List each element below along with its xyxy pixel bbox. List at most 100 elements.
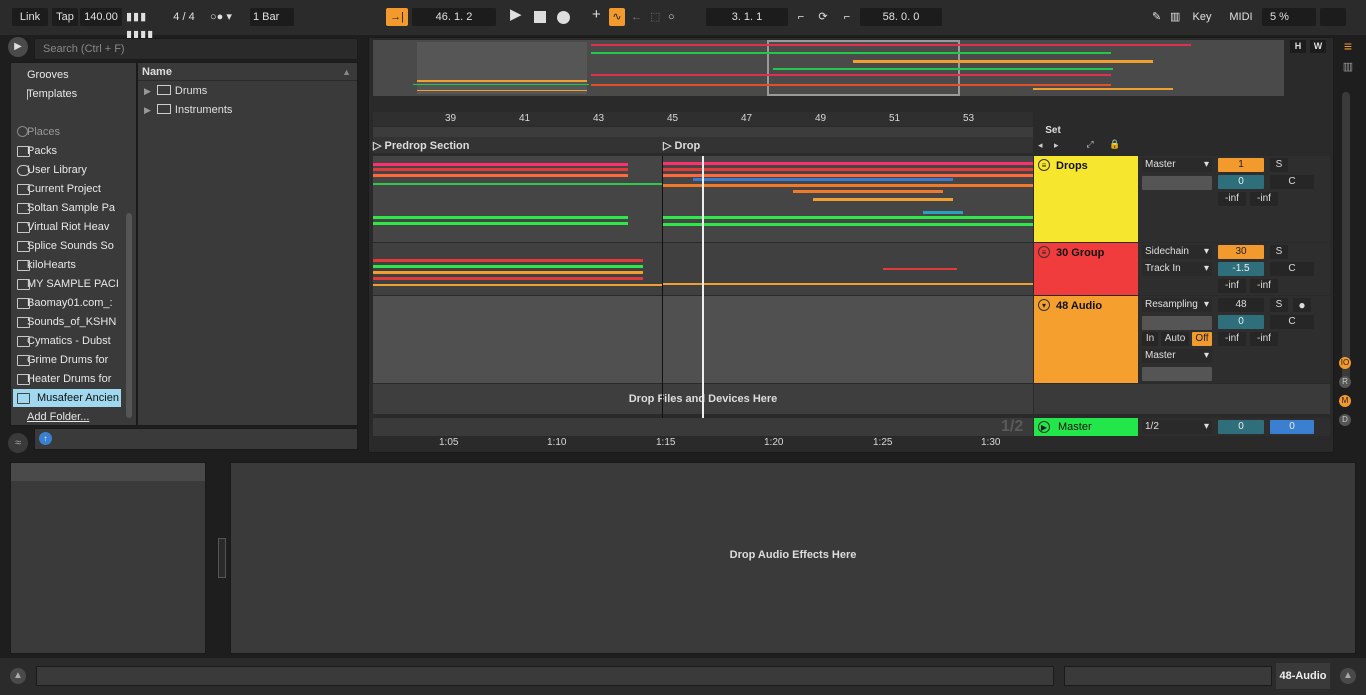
time-ruler[interactable]: 1:05 1:10 1:15 1:20 1:25 1:30 1/2 [373,418,1033,448]
sidebar-item-packs[interactable]: Packs [27,142,131,160]
loop-icon[interactable]: ⟳ [814,8,832,26]
output-subchannel[interactable] [1142,367,1212,381]
punch-in-icon[interactable]: ⌐ [792,8,810,26]
vertical-scrollbar[interactable] [1342,92,1350,382]
sidebar-item-grooves[interactable]: ≈Grooves [27,66,131,84]
input-dropdown[interactable]: Sidechain ▾ [1142,245,1212,259]
track-title-drops[interactable]: ≡ Drops [1034,156,1138,242]
add-folder-link[interactable]: Add Folder... [27,408,131,426]
metronome-bars-icon[interactable]: ▮▮▮ ▮▮▮▮ [126,8,166,41]
expand-icon[interactable]: ▶ [144,86,151,96]
delay-toggle[interactable]: D [1339,414,1351,426]
sidebar-item-folder[interactable]: Sounds_of_KSHN [27,313,131,331]
key-map-button[interactable]: Key [1188,8,1216,26]
play-icon[interactable]: ▶ [510,6,524,24]
link-button[interactable]: Link [12,8,48,26]
detail-splitter[interactable] [218,538,226,578]
beat-ruler[interactable]: 39 41 43 45 47 49 51 53 [373,112,1033,126]
capture-icon[interactable]: ⬚ [650,8,662,26]
locator-predrop[interactable]: ▷ Predrop Section [373,139,469,152]
mixer-icon[interactable]: ▥ [1340,60,1356,74]
pan-value[interactable]: -1.5 [1218,262,1264,276]
sidebar-item-folder[interactable]: Virtual Riot Heav [27,218,131,236]
metronome-icon[interactable]: ○● ▾ [210,8,246,26]
master-value-2[interactable]: 0 [1270,420,1314,434]
sidebar-item-folder[interactable]: Grime Drums for [27,351,131,369]
monitor-auto-button[interactable]: Auto [1161,332,1189,346]
groove-pool-icon[interactable]: ≈ [8,433,28,453]
track-activator[interactable]: 1 [1218,158,1264,172]
pan-value[interactable]: 0 [1218,175,1264,189]
monitor-off-button[interactable]: Off [1192,332,1212,346]
follow-icon[interactable]: →| [386,8,408,26]
sidebar-item-folder[interactable]: Soltan Sample Pa [27,199,131,217]
input-channel-dropdown[interactable]: Track In ▾ [1142,262,1212,276]
collapse-up-icon[interactable]: ▲ [10,668,26,684]
master-value[interactable]: 0 [1218,420,1264,434]
song-position[interactable]: 46. 1. 2 [412,8,496,26]
master-route-dropdown[interactable]: 1/2 ▾ [1142,420,1212,434]
lock-icon[interactable]: 🔒 [1104,139,1126,151]
detail-toggle-icon[interactable]: ▲ [1340,668,1356,684]
session-record-icon[interactable]: ○ [668,8,680,26]
sidebar-item-templates[interactable]: Templates [27,85,131,103]
back-to-arrangement-icon[interactable]: ← [631,8,643,26]
w-button[interactable]: W [1310,40,1326,53]
pan-center[interactable]: C [1270,175,1314,189]
next-locator-icon[interactable]: ▸ [1054,140,1064,150]
midi-map-button[interactable]: MIDI [1226,8,1256,26]
output-subchannel[interactable] [1142,176,1212,190]
overview-strip[interactable] [373,40,1284,96]
expand-icon[interactable]: ▶ [144,105,151,115]
draw-mode-icon[interactable]: ✎ [1152,8,1166,26]
file-row-instruments[interactable]: ▶ Instruments [144,102,232,118]
track-activator[interactable]: 30 [1218,245,1264,259]
play-icon[interactable]: ▶ [1038,421,1050,433]
browser-toggle-icon[interactable]: ▶ [8,37,28,57]
output-dropdown[interactable]: Master ▾ [1142,158,1212,172]
stop-icon[interactable] [534,11,546,23]
pan-value[interactable]: 0 [1218,315,1264,329]
set-button[interactable]: Set [1040,124,1066,137]
sidebar-item-folder[interactable]: Baomay01.com_: [27,294,131,312]
pan-center[interactable]: C [1270,262,1314,276]
monitor-in-button[interactable]: In [1142,332,1158,346]
sidebar-item-folder[interactable]: Splice Sounds So [27,237,131,255]
io-toggle[interactable]: IO [1339,357,1351,369]
solo-button[interactable]: S [1270,298,1288,312]
automation-arm-icon[interactable]: ∿ [609,8,625,26]
sidebar-item-folder[interactable]: kiloHearts [27,256,131,274]
sidebar-item-folder[interactable]: MY SAMPLE PACI [27,275,131,293]
loop-brace[interactable] [373,127,1033,137]
sidebar-item-folder[interactable]: Cymatics - Dubst [27,332,131,350]
track-title-30-group[interactable]: ≡ 30 Group [1034,243,1138,295]
arm-record-icon[interactable]: ● [1293,298,1311,312]
input-channel-field[interactable] [1142,316,1212,330]
quantize-dropdown[interactable]: 1 Bar [250,8,294,26]
locator-drop[interactable]: ▷ Drop [663,139,700,152]
locator-lane[interactable]: ▷ Predrop Section ▷ Drop [373,137,1033,153]
sidebar-scrollbar[interactable] [126,213,132,418]
sidebar-item-current-project[interactable]: Current Project [27,180,131,198]
solo-button[interactable]: S [1270,158,1288,172]
mixer-toggle[interactable]: M [1339,395,1351,407]
tap-button[interactable]: Tap [52,8,78,26]
sidebar-item-user-library[interactable]: User Library [27,161,131,179]
fold-chevron-icon[interactable]: ▾ [1038,299,1050,311]
name-column-header[interactable]: Name ▲ [138,63,357,81]
h-button[interactable]: H [1290,40,1306,53]
track-title-48-audio[interactable]: ▾ 48 Audio [1034,296,1138,383]
search-input[interactable]: Search (Ctrl + F) [34,38,358,60]
pan-center[interactable]: C [1270,315,1314,329]
loop-length-field[interactable]: 58. 0. 0 [860,8,942,26]
fold-icon[interactable]: ≡ [1038,159,1050,171]
preview-icon[interactable]: ↑ [39,432,52,445]
prev-locator-icon[interactable]: ◂ [1038,140,1048,150]
returns-toggle[interactable]: R [1339,376,1351,388]
fold-icon[interactable]: ≡ [1038,246,1050,258]
loop-start-field[interactable]: 3. 1. 1 [706,8,788,26]
tempo-field[interactable]: 140.00 [80,8,122,26]
time-signature[interactable]: 4 / 4 [166,8,202,26]
sidebar-item-folder[interactable]: Heater Drums for [27,370,131,388]
menu-icon[interactable]: ≡ [1340,38,1356,54]
